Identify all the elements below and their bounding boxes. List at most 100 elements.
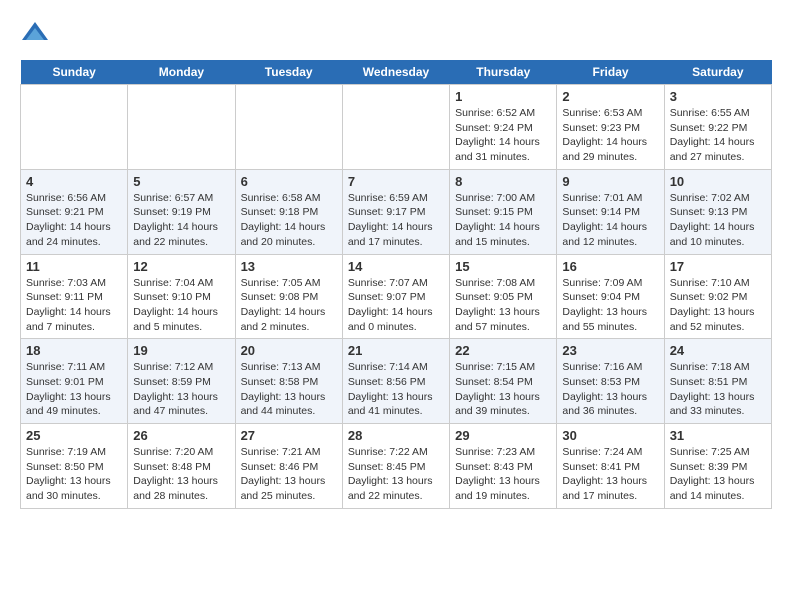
day-info: Sunrise: 6:59 AMSunset: 9:17 PMDaylight:… (348, 191, 444, 250)
week-row-1: 1 Sunrise: 6:52 AMSunset: 9:24 PMDaylight… (21, 85, 772, 170)
day-number: 8 (455, 174, 551, 189)
day-info: Sunrise: 7:24 AMSunset: 8:41 PMDaylight:… (562, 445, 658, 504)
day-number: 28 (348, 428, 444, 443)
calendar-cell: 25 Sunrise: 7:19 AMSunset: 8:50 PMDayligh… (21, 424, 128, 509)
day-info: Sunrise: 6:56 AMSunset: 9:21 PMDaylight:… (26, 191, 122, 250)
calendar-cell: 7 Sunrise: 6:59 AMSunset: 9:17 PMDaylight… (342, 169, 449, 254)
logo-icon (20, 20, 50, 50)
day-number: 30 (562, 428, 658, 443)
day-info: Sunrise: 7:18 AMSunset: 8:51 PMDaylight:… (670, 360, 766, 419)
day-header-monday: Monday (128, 60, 235, 85)
day-info: Sunrise: 7:15 AMSunset: 8:54 PMDaylight:… (455, 360, 551, 419)
calendar-cell: 8 Sunrise: 7:00 AMSunset: 9:15 PMDaylight… (450, 169, 557, 254)
calendar-cell: 11 Sunrise: 7:03 AMSunset: 9:11 PMDayligh… (21, 254, 128, 339)
day-header-saturday: Saturday (664, 60, 771, 85)
day-number: 1 (455, 89, 551, 104)
day-header-tuesday: Tuesday (235, 60, 342, 85)
day-info: Sunrise: 6:52 AMSunset: 9:24 PMDaylight:… (455, 106, 551, 165)
day-info: Sunrise: 7:11 AMSunset: 9:01 PMDaylight:… (26, 360, 122, 419)
calendar-cell: 1 Sunrise: 6:52 AMSunset: 9:24 PMDaylight… (450, 85, 557, 170)
day-number: 17 (670, 259, 766, 274)
day-header-wednesday: Wednesday (342, 60, 449, 85)
calendar-cell (342, 85, 449, 170)
calendar-cell: 22 Sunrise: 7:15 AMSunset: 8:54 PMDayligh… (450, 339, 557, 424)
day-header-sunday: Sunday (21, 60, 128, 85)
calendar-cell: 30 Sunrise: 7:24 AMSunset: 8:41 PMDayligh… (557, 424, 664, 509)
calendar-cell: 12 Sunrise: 7:04 AMSunset: 9:10 PMDayligh… (128, 254, 235, 339)
day-info: Sunrise: 6:53 AMSunset: 9:23 PMDaylight:… (562, 106, 658, 165)
day-number: 13 (241, 259, 337, 274)
day-info: Sunrise: 7:04 AMSunset: 9:10 PMDaylight:… (133, 276, 229, 335)
calendar-cell: 21 Sunrise: 7:14 AMSunset: 8:56 PMDayligh… (342, 339, 449, 424)
day-number: 3 (670, 89, 766, 104)
day-info: Sunrise: 7:16 AMSunset: 8:53 PMDaylight:… (562, 360, 658, 419)
day-header-row: SundayMondayTuesdayWednesdayThursdayFrid… (21, 60, 772, 85)
day-info: Sunrise: 7:20 AMSunset: 8:48 PMDaylight:… (133, 445, 229, 504)
calendar-cell: 18Sunrise: 7:11 AMSunset: 9:01 PMDayligh… (21, 339, 128, 424)
day-info: Sunrise: 7:08 AMSunset: 9:05 PMDaylight:… (455, 276, 551, 335)
day-number: 15 (455, 259, 551, 274)
day-info: Sunrise: 7:22 AMSunset: 8:45 PMDaylight:… (348, 445, 444, 504)
calendar-cell: 3 Sunrise: 6:55 AMSunset: 9:22 PMDaylight… (664, 85, 771, 170)
day-number: 2 (562, 89, 658, 104)
day-info: Sunrise: 7:07 AMSunset: 9:07 PMDaylight:… (348, 276, 444, 335)
day-info: Sunrise: 6:58 AMSunset: 9:18 PMDaylight:… (241, 191, 337, 250)
day-info: Sunrise: 6:55 AMSunset: 9:22 PMDaylight:… (670, 106, 766, 165)
day-number: 25 (26, 428, 122, 443)
calendar-cell (235, 85, 342, 170)
day-number: 27 (241, 428, 337, 443)
day-info: Sunrise: 7:00 AMSunset: 9:15 PMDaylight:… (455, 191, 551, 250)
week-row-4: 18Sunrise: 7:11 AMSunset: 9:01 PMDayligh… (21, 339, 772, 424)
day-info: Sunrise: 7:12 AMSunset: 8:59 PMDaylight:… (133, 360, 229, 419)
logo (20, 20, 54, 50)
day-info: Sunrise: 7:03 AMSunset: 9:11 PMDaylight:… (26, 276, 122, 335)
calendar-cell: 6 Sunrise: 6:58 AMSunset: 9:18 PMDaylight… (235, 169, 342, 254)
day-info: Sunrise: 7:25 AMSunset: 8:39 PMDaylight:… (670, 445, 766, 504)
day-number: 29 (455, 428, 551, 443)
calendar-cell: 15 Sunrise: 7:08 AMSunset: 9:05 PMDayligh… (450, 254, 557, 339)
day-header-thursday: Thursday (450, 60, 557, 85)
day-info: Sunrise: 7:01 AMSunset: 9:14 PMDaylight:… (562, 191, 658, 250)
calendar-cell: 31 Sunrise: 7:25 AMSunset: 8:39 PMDayligh… (664, 424, 771, 509)
calendar-cell: 24Sunrise: 7:18 AMSunset: 8:51 PMDayligh… (664, 339, 771, 424)
calendar-cell: 23 Sunrise: 7:16 AMSunset: 8:53 PMDayligh… (557, 339, 664, 424)
calendar-cell: 26Sunrise: 7:20 AMSunset: 8:48 PMDayligh… (128, 424, 235, 509)
week-row-3: 11 Sunrise: 7:03 AMSunset: 9:11 PMDayligh… (21, 254, 772, 339)
calendar-cell: 29 Sunrise: 7:23 AMSunset: 8:43 PMDayligh… (450, 424, 557, 509)
calendar-cell: 19Sunrise: 7:12 AMSunset: 8:59 PMDayligh… (128, 339, 235, 424)
calendar-cell: 10Sunrise: 7:02 AMSunset: 9:13 PMDayligh… (664, 169, 771, 254)
day-number: 20 (241, 343, 337, 358)
day-info: Sunrise: 7:21 AMSunset: 8:46 PMDaylight:… (241, 445, 337, 504)
calendar-cell: 16 Sunrise: 7:09 AMSunset: 9:04 PMDayligh… (557, 254, 664, 339)
day-info: Sunrise: 7:09 AMSunset: 9:04 PMDaylight:… (562, 276, 658, 335)
day-number: 16 (562, 259, 658, 274)
day-number: 22 (455, 343, 551, 358)
day-number: 12 (133, 259, 229, 274)
week-row-2: 4Sunrise: 6:56 AMSunset: 9:21 PMDaylight… (21, 169, 772, 254)
day-info: Sunrise: 7:14 AMSunset: 8:56 PMDaylight:… (348, 360, 444, 419)
day-number: 31 (670, 428, 766, 443)
calendar-cell: 9 Sunrise: 7:01 AMSunset: 9:14 PMDaylight… (557, 169, 664, 254)
day-info: Sunrise: 7:23 AMSunset: 8:43 PMDaylight:… (455, 445, 551, 504)
day-info: Sunrise: 7:10 AMSunset: 9:02 PMDaylight:… (670, 276, 766, 335)
calendar-cell: 2 Sunrise: 6:53 AMSunset: 9:23 PMDaylight… (557, 85, 664, 170)
calendar-cell: 14 Sunrise: 7:07 AMSunset: 9:07 PMDayligh… (342, 254, 449, 339)
day-number: 6 (241, 174, 337, 189)
day-header-friday: Friday (557, 60, 664, 85)
day-number: 11 (26, 259, 122, 274)
day-info: Sunrise: 7:05 AMSunset: 9:08 PMDaylight:… (241, 276, 337, 335)
day-number: 9 (562, 174, 658, 189)
page-header (20, 20, 772, 50)
day-info: Sunrise: 7:19 AMSunset: 8:50 PMDaylight:… (26, 445, 122, 504)
calendar-cell: 20Sunrise: 7:13 AMSunset: 8:58 PMDayligh… (235, 339, 342, 424)
calendar-table: SundayMondayTuesdayWednesdayThursdayFrid… (20, 60, 772, 509)
calendar-cell: 13 Sunrise: 7:05 AMSunset: 9:08 PMDayligh… (235, 254, 342, 339)
day-number: 14 (348, 259, 444, 274)
calendar-cell: 4Sunrise: 6:56 AMSunset: 9:21 PMDaylight… (21, 169, 128, 254)
day-number: 23 (562, 343, 658, 358)
day-info: Sunrise: 6:57 AMSunset: 9:19 PMDaylight:… (133, 191, 229, 250)
day-number: 7 (348, 174, 444, 189)
calendar-cell (21, 85, 128, 170)
day-number: 21 (348, 343, 444, 358)
calendar-cell: 5Sunrise: 6:57 AMSunset: 9:19 PMDaylight… (128, 169, 235, 254)
